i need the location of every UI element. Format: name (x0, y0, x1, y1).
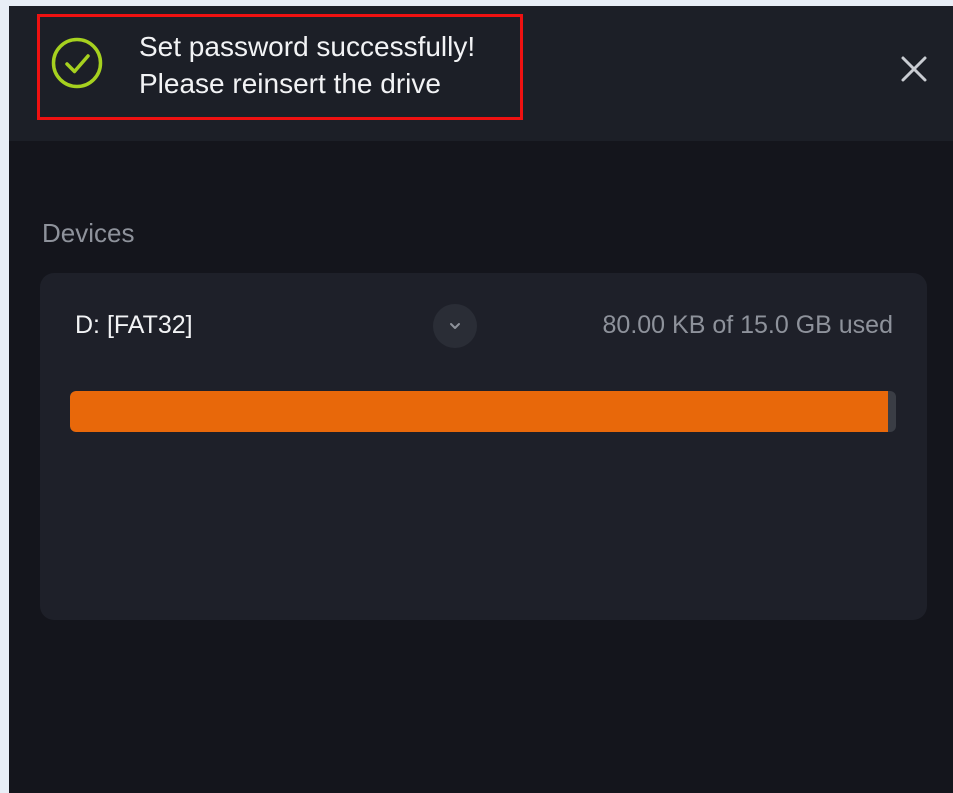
device-name: D: [FAT32] (75, 311, 193, 339)
close-button[interactable] (895, 50, 933, 88)
usage-progress-fill (70, 391, 888, 432)
check-circle-icon (51, 37, 103, 89)
notification-line-2: Please reinsert the drive (139, 68, 441, 99)
close-icon (901, 56, 927, 82)
app-window: Set password successfully! Please reinse… (9, 6, 953, 793)
expand-device-button[interactable] (433, 304, 477, 348)
devices-section-label: Devices (42, 218, 135, 248)
notification-message: Set password successfully! Please reinse… (139, 28, 475, 102)
device-card: D: [FAT32] 80.00 KB of 15.0 GB used (40, 273, 927, 620)
notification-bar: Set password successfully! Please reinse… (9, 6, 953, 141)
chevron-down-icon (450, 323, 460, 329)
usage-progress-bar (70, 391, 896, 432)
usage-text: 80.00 KB of 15.0 GB used (602, 311, 893, 339)
notification-line-1: Set password successfully! (139, 31, 476, 62)
